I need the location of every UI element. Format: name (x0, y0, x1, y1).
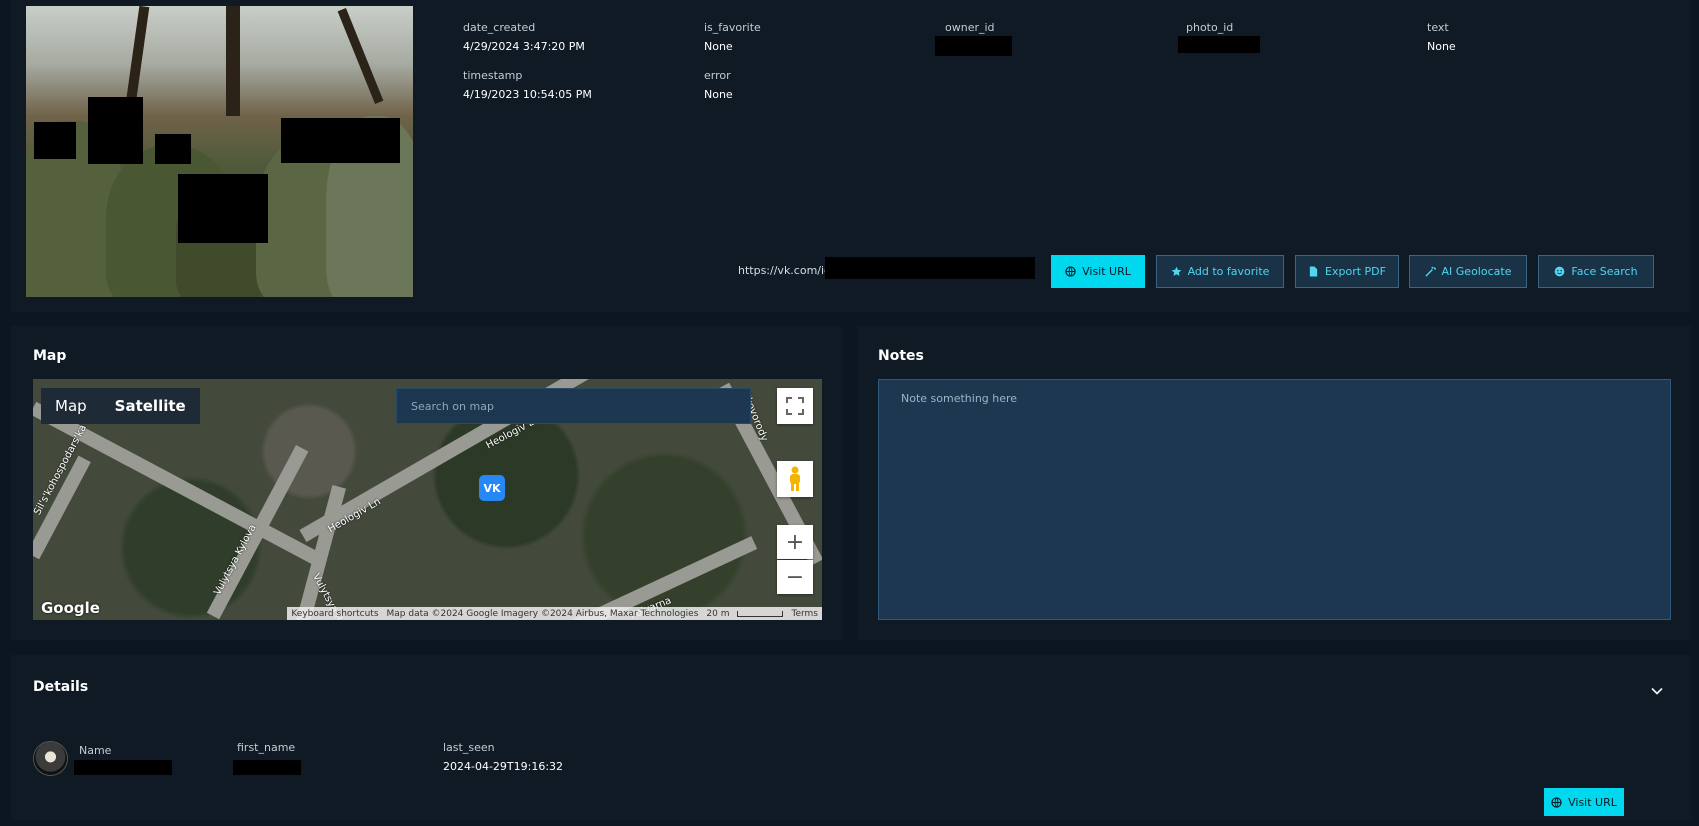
redaction-box (178, 174, 268, 243)
map-type-map-button[interactable]: Map (41, 397, 101, 415)
fullscreen-button[interactable] (777, 388, 813, 424)
add-to-favorite-button[interactable]: Add to favorite (1156, 255, 1284, 288)
fullscreen-icon (786, 397, 804, 415)
export-pdf-label: Export PDF (1325, 265, 1386, 278)
notes-placeholder: Note something here (901, 392, 1018, 405)
map-type-satellite-button[interactable]: Satellite (101, 397, 200, 415)
redaction-box (281, 118, 400, 163)
zoom-in-button[interactable]: + (777, 525, 813, 559)
face-search-button[interactable]: Face Search (1538, 255, 1654, 288)
field-label-date-created: date_created (463, 21, 536, 34)
field-label-text: text (1427, 21, 1449, 34)
field-label-owner-id: owner_id (945, 21, 995, 34)
map-panel-title: Map (33, 348, 67, 364)
file-icon (1309, 266, 1318, 277)
record-panel: date_created 4/29/2024 3:47:20 PM is_fav… (11, 0, 1691, 312)
globe-icon (1551, 796, 1562, 808)
keyboard-shortcuts-link[interactable]: Keyboard shortcuts (291, 609, 378, 619)
last-seen-value: 2024-04-29T19:16:32 (443, 760, 564, 773)
pegman-icon (790, 466, 800, 491)
photo-tree (226, 6, 240, 116)
photo-id-redacted (1178, 36, 1260, 53)
details-visit-url-button[interactable]: Visit URL (1544, 788, 1624, 816)
field-value-date-created: 4/29/2024 3:47:20 PM (463, 40, 585, 53)
chevron-down-icon[interactable] (1650, 684, 1664, 698)
export-pdf-button[interactable]: Export PDF (1295, 255, 1399, 288)
google-logo: Google (41, 599, 100, 617)
name-redacted (74, 760, 172, 775)
owner-id-redacted (935, 36, 1012, 56)
map-search-placeholder: Search on map (411, 399, 494, 413)
face-icon (1555, 266, 1565, 277)
notes-panel: Notes Note something here (858, 326, 1691, 640)
photo-tree (337, 7, 384, 105)
redaction-box (88, 97, 143, 164)
name-label: Name (79, 744, 112, 757)
map-attribution: Keyboard shortcuts Map data ©2024 Google… (287, 607, 822, 620)
minus-icon: − (785, 564, 805, 590)
field-label-photo-id: photo_id (1186, 21, 1234, 34)
last-seen-label: last_seen (443, 741, 495, 754)
field-label-is-favorite: is_favorite (704, 21, 761, 34)
visit-url-label: Visit URL (1082, 265, 1131, 278)
zoom-out-button[interactable]: − (777, 560, 813, 594)
map-data-attribution: Map data ©2024 Google Imagery ©2024 Airb… (386, 608, 699, 619)
notes-textarea[interactable]: Note something here (878, 379, 1671, 620)
map-scale-label: 20 m (706, 608, 730, 619)
street-view-pegman[interactable] (777, 461, 813, 497)
notes-panel-title: Notes (878, 348, 924, 364)
map-panel: Map Heologiv Ln Heologiv Ln Vulytsya Kyl… (11, 326, 842, 640)
details-panel-title: Details (33, 679, 89, 695)
globe-icon (1065, 266, 1076, 277)
redaction-box (155, 134, 191, 164)
magic-wand-icon (1424, 266, 1436, 277)
star-icon (1171, 266, 1181, 276)
map-type-toggle: Map Satellite (41, 388, 200, 424)
visit-url-button[interactable]: Visit URL (1051, 255, 1145, 288)
add-to-favorite-label: Add to favorite (1187, 265, 1270, 278)
field-value-error: None (704, 88, 733, 101)
terms-link[interactable]: Terms (791, 609, 818, 619)
ai-geolocate-label: AI Geolocate (1441, 265, 1512, 278)
details-visit-url-label: Visit URL (1568, 795, 1617, 809)
field-label-timestamp: timestamp (463, 69, 523, 82)
map-scale-bar (737, 610, 784, 617)
face-search-label: Face Search (1571, 265, 1638, 278)
ai-geolocate-button[interactable]: AI Geolocate (1409, 255, 1527, 288)
profile-url-redacted (825, 257, 1035, 279)
map-search-input[interactable]: Search on map (396, 388, 751, 424)
redaction-box (34, 122, 76, 159)
vk-location-marker[interactable]: VK (479, 475, 505, 501)
satellite-map[interactable]: Heologiv Ln Heologiv Ln Vulytsya Kylova … (33, 379, 822, 620)
details-panel: Details Name first_name last_seen 2024-0… (11, 655, 1691, 820)
first-name-redacted (233, 760, 301, 775)
post-photo[interactable] (26, 6, 413, 297)
field-label-error: error (704, 69, 731, 82)
plus-icon: + (785, 529, 805, 555)
field-value-timestamp: 4/19/2023 10:54:05 PM (463, 88, 592, 101)
vk-icon: VK (483, 481, 501, 495)
profile-url[interactable]: https://vk.com/id (738, 264, 831, 277)
profile-url-prefix: https://vk.com/id (738, 264, 832, 277)
first-name-label: first_name (237, 741, 296, 754)
avatar[interactable] (33, 741, 68, 776)
field-value-text: None (1427, 40, 1456, 53)
field-value-is-favorite: None (704, 40, 733, 53)
